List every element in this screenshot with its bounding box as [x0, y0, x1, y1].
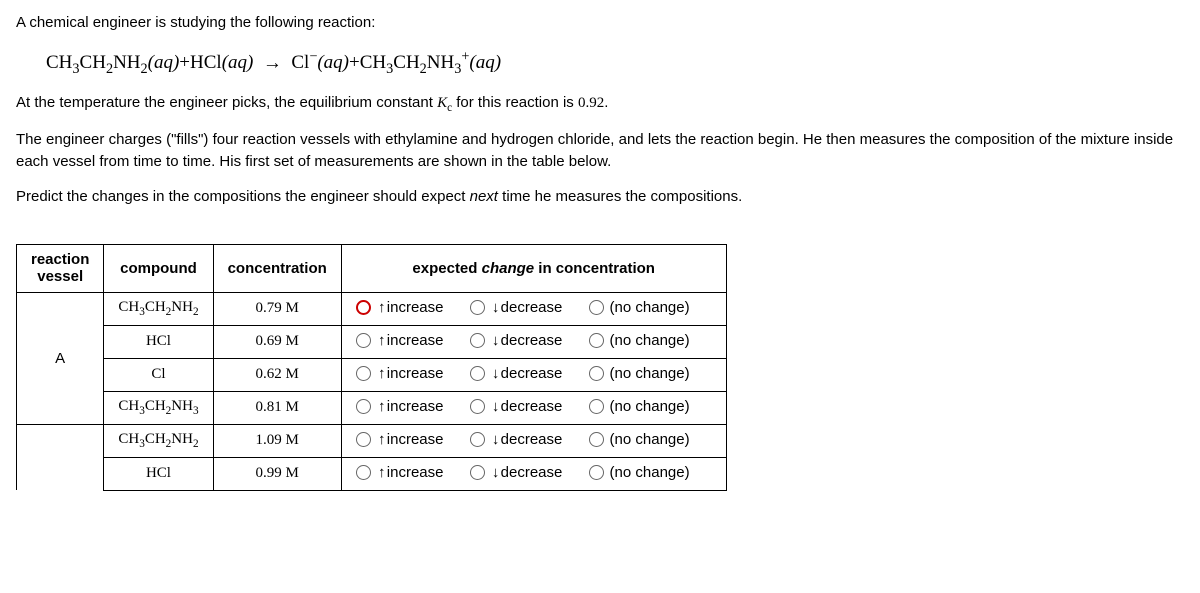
- radio-circle-icon: [589, 366, 604, 381]
- radio-nochange[interactable]: (no change): [589, 365, 690, 382]
- eq-rhs: Cl−(aq)+CH3CH2NH3+(aq): [291, 52, 501, 73]
- intro-line-1: A chemical engineer is studying the foll…: [16, 12, 1184, 35]
- col-concentration: concentration: [213, 245, 341, 293]
- radio-circle-icon: [356, 465, 371, 480]
- radio-label: decrease: [501, 431, 563, 448]
- change-cell: ↑ increase ↓ decrease (no change): [341, 358, 726, 391]
- radio-label: decrease: [501, 398, 563, 415]
- radio-label: (no change): [610, 464, 690, 481]
- radio-label: (no change): [610, 365, 690, 382]
- radio-label: increase: [387, 332, 444, 349]
- table-row: ACH3CH2NH20.79 M ↑ increase ↓ decrease (…: [17, 292, 727, 325]
- concentration-cell: 0.79 M: [213, 292, 341, 325]
- radio-circle-icon: [470, 333, 485, 348]
- radio-label: increase: [387, 398, 444, 415]
- change-cell: ↑ increase ↓ decrease (no change): [341, 457, 726, 490]
- radio-circle-icon: [589, 465, 604, 480]
- change-cell: ↑ increase ↓ decrease (no change): [341, 391, 726, 424]
- radio-circle-icon: [356, 399, 371, 414]
- radio-increase[interactable]: ↑ increase: [356, 332, 444, 349]
- eq-lhs: CH3CH2NH2(aq)+HCl(aq): [46, 52, 258, 73]
- radio-nochange[interactable]: (no change): [589, 464, 690, 481]
- radio-decrease[interactable]: ↓ decrease: [470, 332, 563, 349]
- radio-nochange[interactable]: (no change): [589, 431, 690, 448]
- radio-nochange[interactable]: (no change): [589, 398, 690, 415]
- radio-circle-icon: [470, 366, 485, 381]
- radio-label: increase: [387, 464, 444, 481]
- radio-label: decrease: [501, 365, 563, 382]
- radio-circle-icon: [356, 432, 371, 447]
- radio-label: decrease: [501, 464, 563, 481]
- compound-cell: CH3CH2NH3: [104, 391, 213, 424]
- radio-increase[interactable]: ↑ increase: [356, 464, 444, 481]
- radio-circle-icon: [589, 333, 604, 348]
- reaction-table: reactionvessel compound concentration ex…: [16, 244, 727, 491]
- radio-nochange[interactable]: (no change): [589, 332, 690, 349]
- radio-decrease[interactable]: ↓ decrease: [470, 398, 563, 415]
- radio-nochange[interactable]: (no change): [589, 299, 690, 316]
- compound-cell: CH3CH2NH2: [104, 292, 213, 325]
- radio-label: increase: [387, 299, 444, 316]
- radio-label: increase: [387, 431, 444, 448]
- eq-arrow: →: [263, 52, 282, 73]
- radio-label: (no change): [610, 431, 690, 448]
- table-row: Cl0.62 M ↑ increase ↓ decrease (no chang…: [17, 358, 727, 391]
- radio-circle-icon: [356, 333, 371, 348]
- radio-increase[interactable]: ↑ increase: [356, 299, 444, 316]
- table-row: CH3CH2NH30.81 M ↑ increase ↓ decrease (n…: [17, 391, 727, 424]
- concentration-cell: 0.99 M: [213, 457, 341, 490]
- radio-increase[interactable]: ↑ increase: [356, 365, 444, 382]
- vessel-cell: A: [17, 292, 104, 424]
- intro-line-2: At the temperature the engineer picks, t…: [16, 92, 1184, 117]
- radio-circle-icon: [470, 465, 485, 480]
- radio-circle-icon: [470, 432, 485, 447]
- radio-circle-icon: [356, 300, 371, 315]
- concentration-cell: 1.09 M: [213, 424, 341, 457]
- reaction-equation: CH3CH2NH2(aq)+HCl(aq) → Cl−(aq)+CH3CH2NH…: [46, 49, 1184, 78]
- radio-decrease[interactable]: ↓ decrease: [470, 365, 563, 382]
- vessel-cell: [17, 424, 104, 490]
- radio-decrease[interactable]: ↓ decrease: [470, 431, 563, 448]
- compound-cell: Cl: [104, 358, 213, 391]
- compound-cell: CH3CH2NH2: [104, 424, 213, 457]
- concentration-cell: 0.62 M: [213, 358, 341, 391]
- radio-decrease[interactable]: ↓ decrease: [470, 299, 563, 316]
- col-compound: compound: [104, 245, 213, 293]
- radio-circle-icon: [470, 300, 485, 315]
- table-row: HCl0.69 M ↑ increase ↓ decrease (no chan…: [17, 325, 727, 358]
- radio-increase[interactable]: ↑ increase: [356, 431, 444, 448]
- table-row: CH3CH2NH21.09 M ↑ increase ↓ decrease (n…: [17, 424, 727, 457]
- radio-label: (no change): [610, 398, 690, 415]
- col-change: expected change in concentration: [341, 245, 726, 293]
- radio-circle-icon: [589, 399, 604, 414]
- radio-label: decrease: [501, 332, 563, 349]
- radio-label: (no change): [610, 299, 690, 316]
- radio-label: (no change): [610, 332, 690, 349]
- paragraph-3: Predict the changes in the compositions …: [16, 186, 1184, 209]
- radio-circle-icon: [356, 366, 371, 381]
- concentration-cell: 0.81 M: [213, 391, 341, 424]
- radio-circle-icon: [470, 399, 485, 414]
- compound-cell: HCl: [104, 325, 213, 358]
- radio-circle-icon: [589, 300, 604, 315]
- radio-circle-icon: [589, 432, 604, 447]
- radio-label: increase: [387, 365, 444, 382]
- radio-increase[interactable]: ↑ increase: [356, 398, 444, 415]
- radio-decrease[interactable]: ↓ decrease: [470, 464, 563, 481]
- paragraph-2: The engineer charges ("fills") four reac…: [16, 129, 1184, 174]
- change-cell: ↑ increase ↓ decrease (no change): [341, 424, 726, 457]
- compound-cell: HCl: [104, 457, 213, 490]
- table-row: HCl0.99 M ↑ increase ↓ decrease (no chan…: [17, 457, 727, 490]
- radio-label: decrease: [501, 299, 563, 316]
- col-vessel: reactionvessel: [17, 245, 104, 293]
- concentration-cell: 0.69 M: [213, 325, 341, 358]
- change-cell: ↑ increase ↓ decrease (no change): [341, 325, 726, 358]
- change-cell: ↑ increase ↓ decrease (no change): [341, 292, 726, 325]
